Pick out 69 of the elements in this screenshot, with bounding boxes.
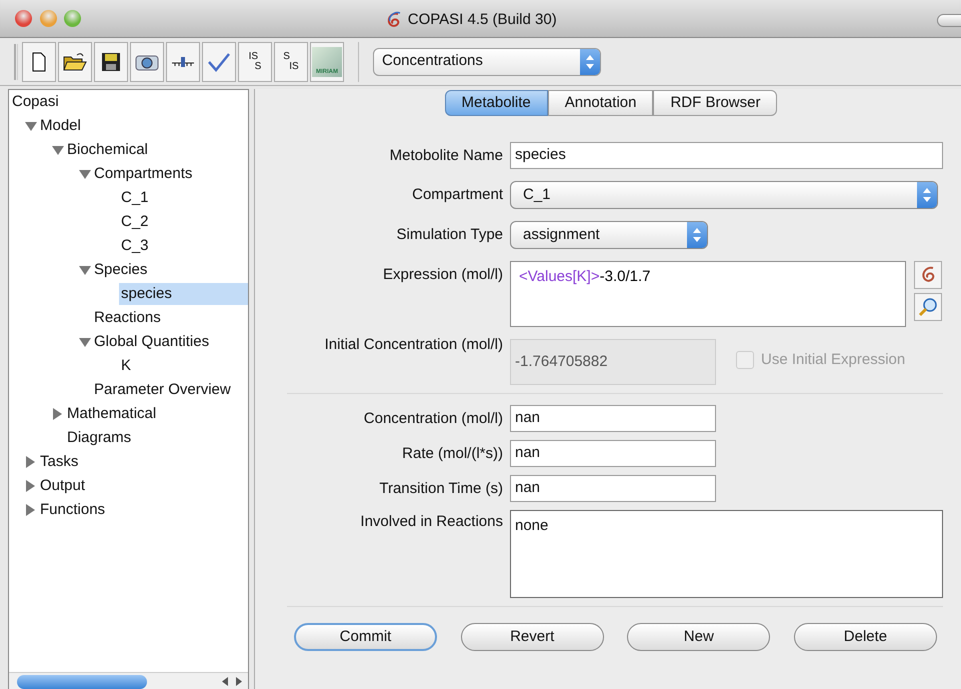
tab[interactable]: RDF Browser (653, 90, 778, 116)
field-label: Expression (mol/l) (382, 265, 503, 284)
tree-item[interactable]: Mathematical (65, 402, 158, 426)
tree-item[interactable]: Copasi (10, 90, 61, 114)
new-file-icon (31, 52, 47, 72)
tree-item[interactable]: Diagrams (65, 426, 134, 450)
folder-button[interactable] (58, 42, 92, 82)
field-label: Involved in Reactions (359, 512, 503, 532)
checkmark-button[interactable] (202, 42, 236, 82)
units-dropdown[interactable]: Concentrations (373, 48, 601, 76)
text-area[interactable]: none (510, 510, 943, 598)
search-button[interactable] (914, 292, 942, 321)
tree-item[interactable]: species (119, 282, 248, 306)
tab[interactable]: Annotation (548, 90, 654, 116)
action-button[interactable]: Commit (294, 623, 437, 651)
camera-icon (135, 52, 159, 70)
checkbox-label: Use Initial Expression (761, 350, 906, 370)
tab[interactable]: Metabolite (444, 90, 548, 116)
text-field[interactable]: nan (510, 475, 716, 502)
slider-button[interactable] (166, 42, 200, 82)
spinner-arrows-icon (586, 54, 594, 68)
text-field[interactable]: species (510, 142, 943, 169)
tree-item[interactable]: Output (38, 474, 88, 498)
new-file-button[interactable] (22, 42, 56, 82)
tree-item[interactable]: Global Quantities (92, 330, 212, 354)
toolbar-toggle-button[interactable] (937, 14, 961, 27)
edit-button[interactable] (914, 261, 942, 289)
floppy-disk-button[interactable] (94, 42, 128, 82)
tree-item[interactable]: C_3 (119, 234, 151, 258)
tree-item[interactable]: C_1 (119, 186, 151, 210)
action-button[interactable]: Revert (460, 623, 604, 651)
search-icon (918, 296, 938, 317)
field-label: Rate (mol/(l*s)) (401, 444, 503, 464)
tree-item[interactable]: Biochemical (65, 138, 150, 162)
tree-item[interactable]: Parameter Overview (92, 378, 233, 402)
text-field[interactable]: nan (510, 405, 716, 432)
field-label: Metobolite Name (388, 146, 503, 166)
window-title: COPASI 4.5 (Build 30) (408, 10, 557, 30)
tree-item[interactable]: Reactions (92, 306, 163, 330)
close-button[interactable] (15, 10, 32, 27)
field-label: Transition Time (s) (378, 478, 503, 498)
field-label: Compartment (411, 185, 503, 205)
spinner-arrows-icon (693, 228, 701, 242)
tree-item[interactable]: Functions (38, 498, 108, 522)
dropdown[interactable]: C_1 (510, 181, 938, 209)
field-label: Simulation Type (396, 225, 503, 245)
tree-item[interactable]: Compartments (92, 162, 194, 186)
tree-item[interactable]: Model (38, 114, 83, 138)
dropdown[interactable]: assignment (510, 221, 708, 249)
field-label: Initial Concentration (mol/l) (324, 335, 503, 354)
camera-button[interactable] (130, 42, 164, 82)
folder-icon (63, 52, 87, 72)
convert-button[interactable]: S IS (274, 42, 308, 82)
field-label: Concentration (mol/l) (362, 408, 503, 428)
action-button[interactable]: New (627, 623, 770, 651)
scroll-arrows-icon[interactable] (222, 677, 242, 686)
action-button[interactable]: Delete (794, 623, 937, 651)
slider-icon (171, 54, 195, 68)
tree-item[interactable]: Species (92, 258, 150, 282)
tree-item[interactable]: K (119, 354, 134, 378)
horizontal-scrollbar[interactable] (9, 672, 248, 689)
convert-button[interactable]: IS S (238, 42, 272, 82)
tree-item[interactable]: Tasks (38, 450, 80, 474)
text-field[interactable]: nan (510, 440, 716, 467)
expression-field[interactable]: <Values[K]>-3.0/1.7 (510, 261, 906, 327)
tree-item[interactable]: C_2 (119, 210, 151, 234)
spinner-arrows-icon (923, 188, 931, 202)
text-field: -1.764705882 (510, 339, 716, 385)
checkmark-icon (207, 52, 231, 72)
